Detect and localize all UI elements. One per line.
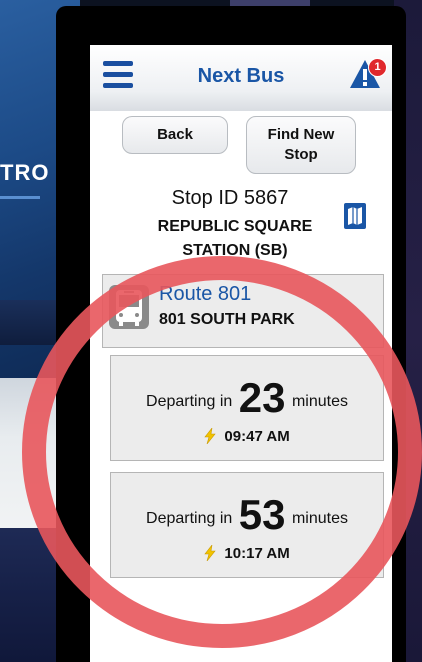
find-new-stop-label-line2: Stop: [284, 146, 318, 163]
departure-prefix: Departing in: [146, 393, 233, 410]
departure-time: 10:17 AM: [224, 545, 290, 562]
stop-details: Back Find New Stop Stop ID 5867 REPUBLIC…: [90, 111, 392, 662]
bus-icon: [109, 285, 149, 329]
departure-card: Departing in 53 minutes 10:17 AM: [110, 472, 384, 578]
stop-name-line2: STATION (SB): [182, 242, 288, 259]
stop-id-label: Stop ID 5867: [171, 187, 289, 209]
route-card[interactable]: Route 801 801 SOUTH PARK: [102, 274, 384, 348]
departure-suffix: minutes: [291, 510, 348, 527]
route-name: Route 801: [159, 283, 252, 305]
app-screen: Next Bus 1 Back Find New Stop Stop ID 58…: [90, 45, 392, 662]
alert-count-badge: 1: [368, 58, 387, 77]
realtime-bolt-icon: [204, 545, 216, 561]
departure-time: 09:47 AM: [224, 428, 290, 445]
find-new-stop-label-line1: Find New: [267, 126, 335, 143]
page-title: Next Bus: [197, 65, 285, 87]
realtime-bolt-icon: [204, 428, 216, 444]
stop-name-line1: REPUBLIC SQUARE: [157, 218, 313, 235]
background-logo-rule: [0, 196, 40, 199]
find-new-stop-button[interactable]: Find New Stop: [246, 116, 356, 174]
departure-suffix: minutes: [291, 393, 348, 410]
stop-name: REPUBLIC SQUARE STATION (SB): [130, 215, 340, 263]
back-button-label: Back: [157, 126, 193, 143]
map-icon[interactable]: [344, 203, 366, 229]
app-header: Next Bus 1: [90, 45, 392, 112]
departure-minutes: 53: [238, 491, 286, 538]
route-destination: 801 SOUTH PARK: [159, 311, 295, 328]
back-button[interactable]: Back: [122, 116, 228, 154]
departure-card: Departing in 23 minutes 09:47 AM: [110, 355, 384, 461]
departure-prefix: Departing in: [146, 510, 233, 527]
departure-minutes: 23: [238, 374, 286, 421]
background-logo-text: TRO: [0, 160, 50, 185]
